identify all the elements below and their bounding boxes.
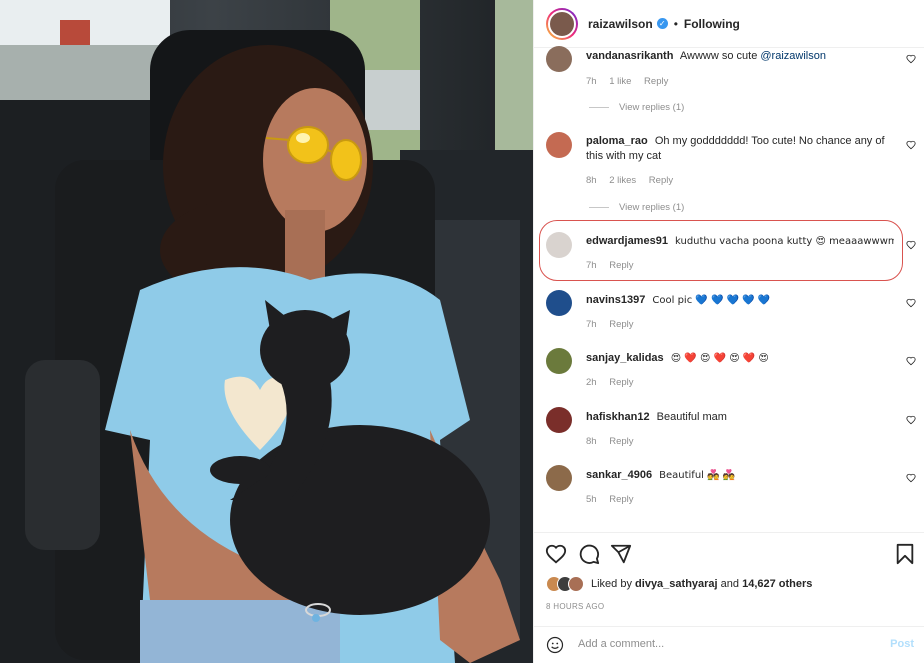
post-image <box>0 0 533 663</box>
comment-text: kuduthu vacha poona kutty 😍 meaaawwwm... <box>675 236 894 247</box>
reply-button[interactable]: Reply <box>649 175 673 186</box>
like-comment-heart-icon[interactable] <box>906 356 916 366</box>
comment-username[interactable]: paloma_rao <box>586 135 648 147</box>
comment-likes[interactable]: 1 like <box>609 76 631 87</box>
commenter-avatar[interactable] <box>546 232 572 258</box>
add-comment-input[interactable]: Add a comment... <box>578 638 664 650</box>
author-avatar[interactable] <box>546 7 578 40</box>
reply-button[interactable]: Reply <box>609 377 633 388</box>
author-username[interactable]: raizawilson <box>588 17 653 31</box>
comment-text: Awwww so cute <box>679 50 758 62</box>
comment-time: 7h <box>586 260 597 271</box>
heart-icon[interactable] <box>545 543 567 565</box>
like-comment-heart-icon[interactable] <box>906 298 916 308</box>
comment-time: 7h <box>586 319 597 330</box>
reply-button[interactable]: Reply <box>644 76 668 87</box>
liked-by-user[interactable]: divya_sathyaraj <box>635 578 718 590</box>
post-actions <box>534 532 924 576</box>
view-replies-button[interactable]: View replies (1) <box>589 102 684 113</box>
reply-button[interactable]: Reply <box>609 260 633 271</box>
comment-username[interactable]: navins1397 <box>586 294 645 306</box>
commenter-avatar[interactable] <box>546 407 572 433</box>
like-comment-heart-icon[interactable] <box>906 473 916 483</box>
post-side-panel: raizawilson ✓ • Following vandanasrikant… <box>533 0 924 663</box>
reply-button[interactable]: Reply <box>609 436 633 447</box>
comment-text: Beautiful 💑 💑 <box>659 470 736 481</box>
reply-button[interactable]: Reply <box>609 494 633 505</box>
comment-time: 7h <box>586 76 597 87</box>
comment-username[interactable]: edwardjames91 <box>586 235 668 247</box>
comment-time: 8h <box>586 175 597 186</box>
comment-text: 😍 ❤️ 😍 ❤️ 😍 ❤️ 😍 <box>670 353 769 364</box>
like-comment-heart-icon[interactable] <box>906 54 916 64</box>
share-icon[interactable] <box>610 543 632 565</box>
post-comment-button[interactable]: Post <box>890 638 914 650</box>
comment-likes[interactable]: 2 likes <box>609 175 636 186</box>
comment-mention[interactable]: @raizawilson <box>760 50 826 62</box>
commenter-avatar[interactable] <box>546 348 572 374</box>
comment-username[interactable]: sankar_4906 <box>586 469 652 481</box>
reply-button[interactable]: Reply <box>609 319 633 330</box>
comment-username[interactable]: hafiskhan12 <box>586 411 650 423</box>
liked-by-and: and <box>720 578 740 590</box>
like-comment-heart-icon[interactable] <box>906 415 916 425</box>
comment-text: Cool pic 💙 💙 💙 💙 💙 <box>652 295 771 306</box>
post-photo[interactable] <box>0 0 533 663</box>
comment-text: Beautiful mam <box>656 411 727 423</box>
comment-time: 5h <box>586 494 597 505</box>
like-comment-heart-icon[interactable] <box>906 240 916 250</box>
header-separator: • <box>673 16 678 31</box>
post-time-ago: 8 HOURS AGO <box>546 602 605 611</box>
verified-icon: ✓ <box>656 18 668 29</box>
liked-by-count[interactable]: 14,627 others <box>742 578 812 590</box>
comments-list[interactable]: vandanasrikanth Awwww so cute @raizawils… <box>534 40 924 532</box>
like-comment-heart-icon[interactable] <box>906 140 916 150</box>
commenter-avatar[interactable] <box>546 46 572 72</box>
view-replies-button[interactable]: View replies (1) <box>589 202 684 213</box>
emoji-icon[interactable] <box>546 636 564 654</box>
liked-by-label: Liked by <box>591 578 632 590</box>
add-comment-bar: Add a comment... Post <box>534 626 924 663</box>
following-button[interactable]: Following <box>684 17 740 31</box>
likes-summary[interactable]: Liked by divya_sathyaraj and 14,627 othe… <box>546 576 812 592</box>
liker-avatar <box>568 576 584 592</box>
comment-time: 8h <box>586 436 597 447</box>
comment-username[interactable]: sanjay_kalidas <box>586 352 664 364</box>
commenter-avatar[interactable] <box>546 465 572 491</box>
comment-username[interactable]: vandanasrikanth <box>586 50 673 62</box>
bookmark-icon[interactable] <box>894 543 916 565</box>
comment-time: 2h <box>586 377 597 388</box>
commenter-avatar[interactable] <box>546 290 572 316</box>
comment-icon[interactable] <box>578 543 600 565</box>
commenter-avatar[interactable] <box>546 132 572 158</box>
